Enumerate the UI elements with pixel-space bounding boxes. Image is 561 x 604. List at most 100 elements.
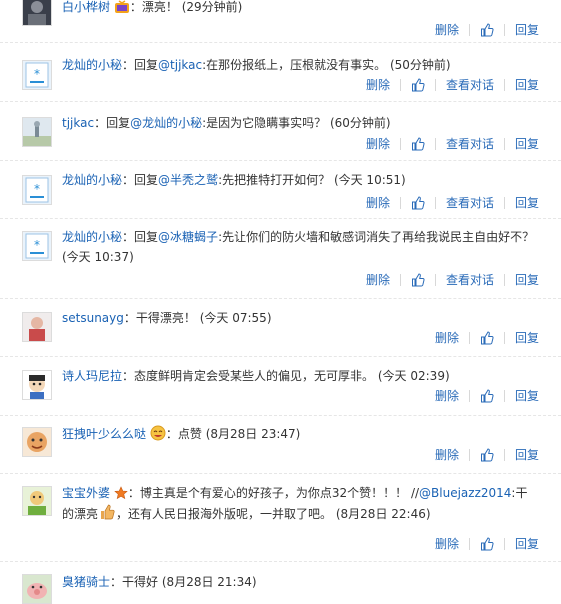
comment-time: (今天 10:37) (62, 250, 134, 264)
comment-text: :先让你们的防火墙和敏感词消失了再给我说民主自由好不？ (218, 230, 535, 244)
comment-username[interactable]: 龙灿的小秘 (62, 58, 122, 72)
comment-username[interactable]: 臭猪骑士 (62, 575, 110, 589)
view-dialog-button[interactable]: 查看对话 (446, 193, 494, 213)
reply-button[interactable]: 回复 (515, 534, 539, 554)
reply-button[interactable]: 回复 (515, 193, 539, 213)
avatar[interactable]: * (22, 231, 52, 261)
reply-button[interactable]: 回复 (515, 445, 539, 465)
comment-item: 臭猪骑士：干得好 (8月28日 21:34) (0, 562, 561, 604)
reply-button[interactable]: 回复 (515, 134, 539, 154)
action-separator (399, 197, 401, 209)
delete-button[interactable]: 删除 (435, 445, 459, 465)
mention-link[interactable]: @Bluejazz2014 (419, 486, 511, 500)
reply-prefix: 回复 (134, 58, 159, 72)
thumbs-up-icon[interactable] (480, 448, 494, 462)
delete-button[interactable]: 删除 (435, 328, 459, 348)
mention-link[interactable]: @冰糖蝎子 (158, 230, 218, 244)
comment-username[interactable]: 龙灿的小秘 (62, 173, 122, 187)
action-separator (468, 449, 470, 461)
comment-item: tjjkac：回复@龙灿的小秘:是因为它隐瞒事实吗？ (60分钟前) 删除 查看… (0, 102, 561, 161)
thumbs-up-icon[interactable] (480, 331, 494, 345)
comment-time: (50分钟前) (389, 58, 451, 72)
mention-link[interactable]: @半秃之鹫 (158, 173, 218, 187)
comment-item: 宝宝外婆 ：博主真是个有爱心的好孩子，为你点32个赞！！！ //@Bluejaz… (0, 474, 561, 562)
comment-text: 博主真是个有爱心的好孩子，为你点32个赞！！！ // (139, 486, 420, 500)
reply-prefix: 回复 (134, 173, 159, 187)
action-separator (468, 332, 470, 344)
laugh-face-icon (150, 425, 166, 441)
comment-text: 干得漂亮！ (135, 311, 196, 325)
comment-item: 白小桦树 ：漂亮！ (29分钟前) 删除 回复 (0, 0, 561, 43)
avatar[interactable] (22, 574, 52, 604)
thumbs-up-icon[interactable] (480, 389, 494, 403)
comment-item: 诗人玛尼拉：态度鲜明肯定会受某些人的偏见，无可厚非。 (今天 02:39) 删除… (0, 357, 561, 416)
comment-item: * 龙灿的小秘：回复@半秃之鹫:先把推特打开如何？ (今天 10:51) 删除 … (0, 161, 561, 219)
thumbs-up-icon[interactable] (411, 78, 425, 92)
action-separator (434, 138, 436, 150)
delete-button[interactable]: 删除 (366, 134, 390, 154)
comment-list: 白小桦树 ：漂亮！ (29分钟前) 删除 回复 * 龙灿的小秘：回复@tjjka… (0, 0, 561, 604)
reply-button[interactable]: 回复 (515, 75, 539, 95)
reply-button[interactable]: 回复 (515, 20, 539, 40)
comment-colon: ： (94, 116, 107, 130)
view-dialog-button[interactable]: 查看对话 (446, 270, 494, 290)
action-separator (468, 24, 470, 36)
avatar[interactable] (22, 486, 52, 516)
comment-text: :是因为它隐瞒事实吗？ (202, 116, 327, 130)
mention-link[interactable]: @tjjkac (158, 58, 202, 72)
comment-text: :先把推特打开如何？ (218, 173, 331, 187)
comment-username[interactable]: 诗人玛尼拉 (62, 369, 122, 383)
action-separator (434, 197, 436, 209)
thumbs-up-icon[interactable] (480, 23, 494, 37)
view-dialog-button[interactable]: 查看对话 (446, 75, 494, 95)
comment-text-tail: ，还有人民日报海外版呢，一并取了吧。 (116, 507, 333, 521)
avatar[interactable] (22, 0, 52, 26)
avatar[interactable]: * (22, 175, 52, 205)
comment-time: (今天 07:55) (199, 311, 272, 325)
comment-username[interactable]: 龙灿的小秘 (62, 230, 122, 244)
comment-username[interactable]: tjjkac (62, 116, 94, 130)
view-dialog-button[interactable]: 查看对话 (446, 134, 494, 154)
avatar[interactable] (22, 117, 52, 147)
thumbs-up-icon[interactable] (411, 196, 425, 210)
comment-username[interactable]: setsunayg (62, 311, 124, 325)
comment-username[interactable]: 白小桦树 (62, 0, 110, 14)
comment-colon: ： (122, 58, 135, 72)
reply-button[interactable]: 回复 (515, 328, 539, 348)
mention-link[interactable]: @龙灿的小秘 (130, 116, 202, 130)
delete-button[interactable]: 删除 (435, 386, 459, 406)
comment-colon: ： (122, 173, 135, 187)
comment-text: 漂亮！ (141, 0, 178, 14)
action-separator (503, 79, 505, 91)
comment-time: (8月28日 21:34) (161, 575, 257, 589)
comment-username[interactable]: 宝宝外婆 (62, 486, 110, 500)
comment-time: (60分钟前) (329, 116, 391, 130)
action-separator (503, 197, 505, 209)
reply-button[interactable]: 回复 (515, 386, 539, 406)
comment-username[interactable]: 狂拽叶少么么哒 (62, 427, 146, 441)
delete-button[interactable]: 删除 (435, 20, 459, 40)
comment-time: (今天 02:39) (377, 369, 450, 383)
avatar[interactable] (22, 312, 52, 342)
comment-text: 态度鲜明肯定会受某些人的偏见，无可厚非。 (134, 369, 375, 383)
comment-text: :在那份报纸上，压根就没有事实。 (202, 58, 387, 72)
delete-button[interactable]: 删除 (435, 534, 459, 554)
reply-prefix: 回复 (106, 116, 131, 130)
comment-text: 干得好 (122, 575, 159, 589)
avatar[interactable] (22, 370, 52, 400)
delete-button[interactable]: 删除 (366, 193, 390, 213)
thumbs-up-icon[interactable] (480, 537, 494, 551)
action-separator (503, 449, 505, 461)
comment-colon: ： (122, 369, 135, 383)
thumbs-up-icon[interactable] (411, 273, 425, 287)
delete-button[interactable]: 删除 (366, 75, 390, 95)
comment-time: (29分钟前) (181, 0, 243, 14)
comment-colon: ： (123, 311, 136, 325)
delete-button[interactable]: 删除 (366, 270, 390, 290)
avatar[interactable]: * (22, 60, 52, 90)
thumbs-up-icon[interactable] (411, 137, 425, 151)
reply-button[interactable]: 回复 (515, 270, 539, 290)
action-separator (503, 138, 505, 150)
thumbs-up-emoji-icon (98, 503, 116, 521)
avatar[interactable] (22, 427, 52, 457)
